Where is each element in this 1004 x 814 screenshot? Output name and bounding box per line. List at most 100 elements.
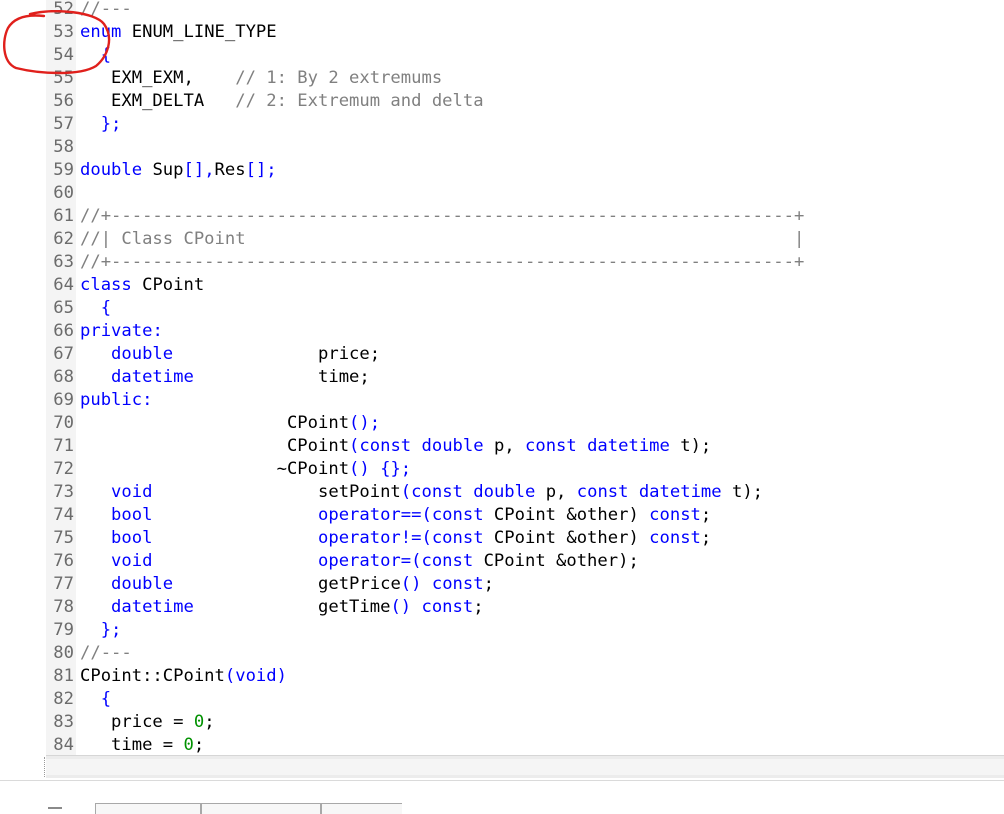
code-line: 78 datetime getTime() const;	[0, 596, 1004, 619]
code-token: void	[80, 482, 153, 502]
code-line: 77 double getPrice() const;	[0, 573, 1004, 596]
code-text: public:	[80, 389, 152, 412]
line-number: 56	[53, 91, 74, 111]
code-token: };	[80, 620, 122, 640]
code-token: enum	[80, 22, 122, 42]
line-number: 72	[53, 459, 74, 479]
code-text: };	[80, 619, 122, 642]
line-number: 69	[53, 390, 74, 410]
code-token: CPoint &other);	[473, 551, 639, 571]
code-text: //| Class CPoint |	[80, 228, 804, 251]
code-token: CPoint &other)	[483, 528, 650, 548]
line-number: 75	[53, 528, 74, 548]
line-number: 64	[53, 275, 74, 295]
code-token: {	[80, 298, 112, 318]
line-number: 54	[53, 45, 74, 65]
code-token: ;	[204, 712, 215, 732]
code-line: 76 void operator=(const CPoint &other);	[0, 550, 1004, 573]
line-number: 82	[53, 689, 74, 709]
code-token: const	[649, 528, 701, 548]
code-token: t);	[721, 482, 764, 502]
code-token: void	[80, 551, 153, 571]
code-line: 56 EXM_DELTA // 2: Extremum and delta	[0, 90, 1004, 113]
horizontal-scrollbar[interactable]	[46, 755, 1004, 778]
code-token: EXM_EXM,	[80, 68, 236, 88]
line-number: 74	[53, 505, 74, 525]
line-number: 58	[53, 137, 74, 157]
code-text: {	[80, 297, 111, 320]
line-number: 76	[53, 551, 74, 571]
code-text: private:	[80, 320, 163, 343]
code-token: // 1: By 2 extremums	[235, 68, 443, 88]
line-number: 77	[53, 574, 74, 594]
code-token: //| Class CPoint |	[80, 229, 805, 249]
code-line: 52 //---	[0, 0, 1004, 21]
line-number: 63	[53, 252, 74, 272]
code-token: const double	[411, 482, 536, 502]
code-token: (	[349, 436, 360, 456]
code-line: 59 double Sup[],Res[];	[0, 159, 1004, 182]
line-number: 83	[53, 712, 74, 732]
code-token: ;	[473, 597, 484, 617]
code-line: 60	[0, 182, 1004, 205]
code-token: double	[80, 574, 174, 594]
code-token: (	[400, 482, 412, 502]
code-line: 66 private:	[0, 320, 1004, 343]
code-line: 65 {	[0, 297, 1004, 320]
code-token: [];	[245, 160, 277, 180]
code-token: )	[276, 666, 287, 686]
tab-stub	[48, 807, 62, 809]
code-line: 75 bool operator!=(const CPoint &other) …	[0, 527, 1004, 550]
code-token: ;	[700, 528, 712, 548]
code-token: ()	[400, 574, 432, 594]
code-text: {	[80, 688, 111, 711]
line-number: 71	[53, 436, 74, 456]
code-token: operator==(	[152, 505, 432, 525]
line-number: 79	[53, 620, 74, 640]
code-token: public	[80, 390, 143, 410]
code-line: 84 time = 0;	[0, 734, 1004, 755]
code-token: ~CPoint	[80, 459, 350, 479]
code-text: //---	[80, 642, 132, 665]
code-line: 70 CPoint();	[0, 412, 1004, 435]
code-line: 53 enum ENUM_LINE_TYPE	[0, 21, 1004, 44]
code-text: CPoint();	[80, 412, 380, 435]
line-number: 70	[53, 413, 74, 433]
code-text: EXM_EXM, // 1: By 2 extremums	[80, 67, 442, 90]
code-token: ;	[483, 574, 494, 594]
code-token: //+-------------------------------------…	[80, 252, 805, 272]
scrollbar-thumb[interactable]	[46, 759, 1004, 775]
line-number: 68	[53, 367, 74, 387]
code-token: CPoint	[80, 413, 350, 433]
line-number: 66	[53, 321, 74, 341]
code-line: 79 };	[0, 619, 1004, 642]
code-text: enum ENUM_LINE_TYPE	[80, 21, 277, 44]
code-text: double price;	[80, 343, 380, 366]
code-token: datetime	[80, 597, 194, 617]
code-text: price = 0;	[80, 711, 215, 734]
code-token: p,	[483, 436, 525, 456]
code-line: 64 class CPoint	[0, 274, 1004, 297]
code-token: bool	[80, 505, 153, 525]
code-token: operator!=(	[152, 528, 432, 548]
line-number: 61	[53, 206, 74, 226]
code-token: //---	[80, 0, 132, 19]
code-token: getPrice	[173, 574, 401, 594]
bottom-tab-1[interactable]	[95, 803, 201, 814]
code-text: //+-------------------------------------…	[80, 205, 804, 228]
code-token: CPoint	[80, 436, 350, 456]
bottom-tab-3[interactable]	[321, 803, 402, 814]
code-line: 82 {	[0, 688, 1004, 711]
code-line: 55 EXM_EXM, // 1: By 2 extremums	[0, 67, 1004, 90]
code-text: //---	[80, 0, 132, 21]
code-token: [],	[183, 160, 215, 180]
line-number: 78	[53, 597, 74, 617]
code-token: (	[224, 666, 236, 686]
code-token: const	[431, 574, 484, 594]
code-line: 80 //---	[0, 642, 1004, 665]
bottom-tab-2[interactable]	[201, 803, 321, 814]
line-number: 55	[53, 68, 74, 88]
code-editor[interactable]: 52//--- 53 enum ENUM_LINE_TYPE 54 {55 EXM_E…	[0, 0, 1004, 755]
code-text: void operator=(const CPoint &other);	[80, 550, 639, 573]
code-token: const	[649, 505, 701, 525]
